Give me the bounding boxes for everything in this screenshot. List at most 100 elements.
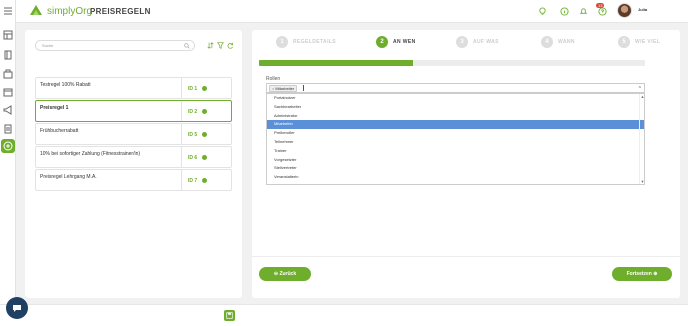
- step-1[interactable]: 1 REGELDETAILS: [276, 35, 336, 49]
- rule-item[interactable]: 10% bei sofortiger Zahlung (Fitnesstrain…: [35, 146, 232, 168]
- user-name[interactable]: Julia: [638, 7, 647, 12]
- status-dot: [202, 86, 207, 91]
- roles-label: Rollen: [266, 76, 281, 82]
- bell-icon[interactable]: [579, 7, 588, 16]
- continue-button[interactable]: Fortsetzen ⊕: [612, 267, 672, 281]
- filter-icon[interactable]: [217, 42, 224, 49]
- rule-name: Preisregel 1: [40, 105, 69, 111]
- rule-id: ID 2: [188, 109, 198, 115]
- chevron-up-icon[interactable]: ^: [639, 86, 641, 92]
- step-2[interactable]: 2 AN WEN: [376, 35, 416, 49]
- step-label: AUF WAS: [473, 39, 499, 45]
- avatar[interactable]: [617, 3, 632, 18]
- scroll-up-icon[interactable]: ▲: [640, 94, 644, 99]
- lightbulb-icon[interactable]: [538, 7, 547, 16]
- role-option[interactable]: Teilnehmer: [267, 138, 644, 147]
- role-option[interactable]: Mitarbeiter: [267, 120, 644, 130]
- status-dot: [202, 109, 207, 114]
- status-dot: [202, 132, 207, 137]
- step-label: WIE VIEL: [635, 39, 661, 45]
- step-4[interactable]: 4 WANN: [541, 35, 575, 49]
- document-icon[interactable]: [3, 124, 13, 134]
- chat-icon[interactable]: [6, 297, 28, 319]
- scroll-down-icon[interactable]: ▼: [640, 179, 644, 184]
- info-icon[interactable]: [560, 7, 569, 16]
- step-number: 2: [376, 36, 388, 48]
- dashboard-icon[interactable]: [3, 30, 13, 40]
- help-icon[interactable]: [598, 7, 607, 16]
- forward-arrow-icon: ⊕: [651, 271, 658, 277]
- role-option[interactable]: Vorgesetzter: [267, 156, 644, 165]
- roles-select[interactable]: ×Mitarbeiter ^: [266, 83, 645, 93]
- step-number: 1: [276, 36, 288, 48]
- sort-icon[interactable]: [207, 42, 214, 49]
- rule-id: ID 6: [188, 155, 198, 161]
- save-icon[interactable]: [224, 310, 235, 321]
- status-dot: [202, 155, 207, 160]
- rule-divider: [181, 124, 182, 144]
- rules-panel: Suche Testregel 100% Rabatt ID 1 Preisre…: [25, 30, 242, 298]
- role-option[interactable]: Trainer: [267, 147, 644, 156]
- rule-name: 10% bei sofortiger Zahlung (Fitnesstrain…: [40, 151, 141, 157]
- search-icon: [184, 43, 190, 49]
- roles-dropdown: Portalnutzer Sachbearbeiter Administrato…: [266, 93, 645, 185]
- step-number: 4: [541, 36, 553, 48]
- search-input[interactable]: Suche: [35, 40, 195, 51]
- book-icon[interactable]: [3, 50, 13, 60]
- divider: [252, 256, 680, 257]
- top-bar: simplyOrg PREISREGELN 13 Julia: [16, 0, 688, 23]
- tag-label: Mitarbeiter: [275, 86, 295, 91]
- step-number: 5: [618, 36, 630, 48]
- rule-item[interactable]: Testregel 100% Rabatt ID 1: [35, 77, 232, 99]
- step-label: AN WEN: [393, 39, 416, 45]
- step-label: WANN: [558, 39, 575, 45]
- progress-fill: [259, 60, 414, 66]
- status-dot: [202, 178, 207, 183]
- megaphone-icon[interactable]: [3, 105, 13, 115]
- role-option[interactable]: Veranstalterin: [267, 173, 644, 182]
- building-icon[interactable]: [3, 69, 13, 79]
- role-option[interactable]: Portalnutzer: [267, 94, 644, 103]
- rule-id: ID 5: [188, 132, 198, 138]
- role-option[interactable]: Administrator: [267, 112, 644, 121]
- refresh-icon[interactable]: [227, 42, 234, 49]
- footer-bar: [0, 304, 688, 326]
- page-title: PREISREGELN: [90, 7, 151, 16]
- back-label: Zurück: [279, 271, 297, 277]
- dropdown-scrollbar[interactable]: ▲ ▼: [639, 94, 644, 184]
- rule-divider: [181, 78, 182, 98]
- text-caret: [303, 85, 304, 91]
- step-label: REGELDETAILS: [293, 39, 337, 45]
- rule-name: Testregel 100% Rabatt: [40, 82, 91, 88]
- wizard-panel: 1 REGELDETAILS 2 AN WEN 3 AUF WAS 4 WANN…: [252, 30, 680, 298]
- rule-id: ID 1: [188, 86, 198, 92]
- calendar-icon[interactable]: [3, 87, 13, 97]
- selected-role-tag[interactable]: ×Mitarbeiter: [269, 85, 298, 92]
- continue-label: Fortsetzen: [626, 271, 652, 277]
- role-option[interactable]: Sachbearbeiter: [267, 103, 644, 112]
- wizard-progress: [259, 60, 645, 66]
- logo[interactable]: simplyOrg: [28, 3, 92, 19]
- rule-item[interactable]: Preisregel Lehrgang M.A. ID 7: [35, 169, 232, 191]
- remove-tag-icon[interactable]: ×: [272, 86, 274, 91]
- step-number: 3: [456, 36, 468, 48]
- rule-name: Preisregel Lehrgang M.A.: [40, 174, 97, 180]
- price-rules-icon[interactable]: [1, 139, 15, 153]
- rule-item[interactable]: Preisregel 1 ID 2: [35, 100, 232, 122]
- left-rail: [0, 0, 16, 326]
- rule-id: ID 7: [188, 178, 198, 184]
- step-5[interactable]: 5 WIE VIEL: [618, 35, 660, 49]
- rule-item[interactable]: Frühbucherrabatt ID 5: [35, 123, 232, 145]
- logo-icon: [30, 5, 42, 15]
- rule-divider: [181, 147, 182, 167]
- rule-divider: [181, 101, 182, 121]
- role-option[interactable]: Preiberufler: [267, 129, 644, 138]
- role-option[interactable]: Stellvertreter: [267, 164, 644, 173]
- brand-name: simplyOrg: [47, 5, 93, 17]
- collapse-menu-icon[interactable]: [3, 6, 13, 16]
- step-3[interactable]: 3 AUF WAS: [456, 35, 499, 49]
- back-button[interactable]: ⊖ Zurück: [259, 267, 311, 281]
- rule-name: Frühbucherrabatt: [40, 128, 79, 134]
- search-placeholder: Suche: [42, 43, 54, 48]
- rule-divider: [181, 170, 182, 190]
